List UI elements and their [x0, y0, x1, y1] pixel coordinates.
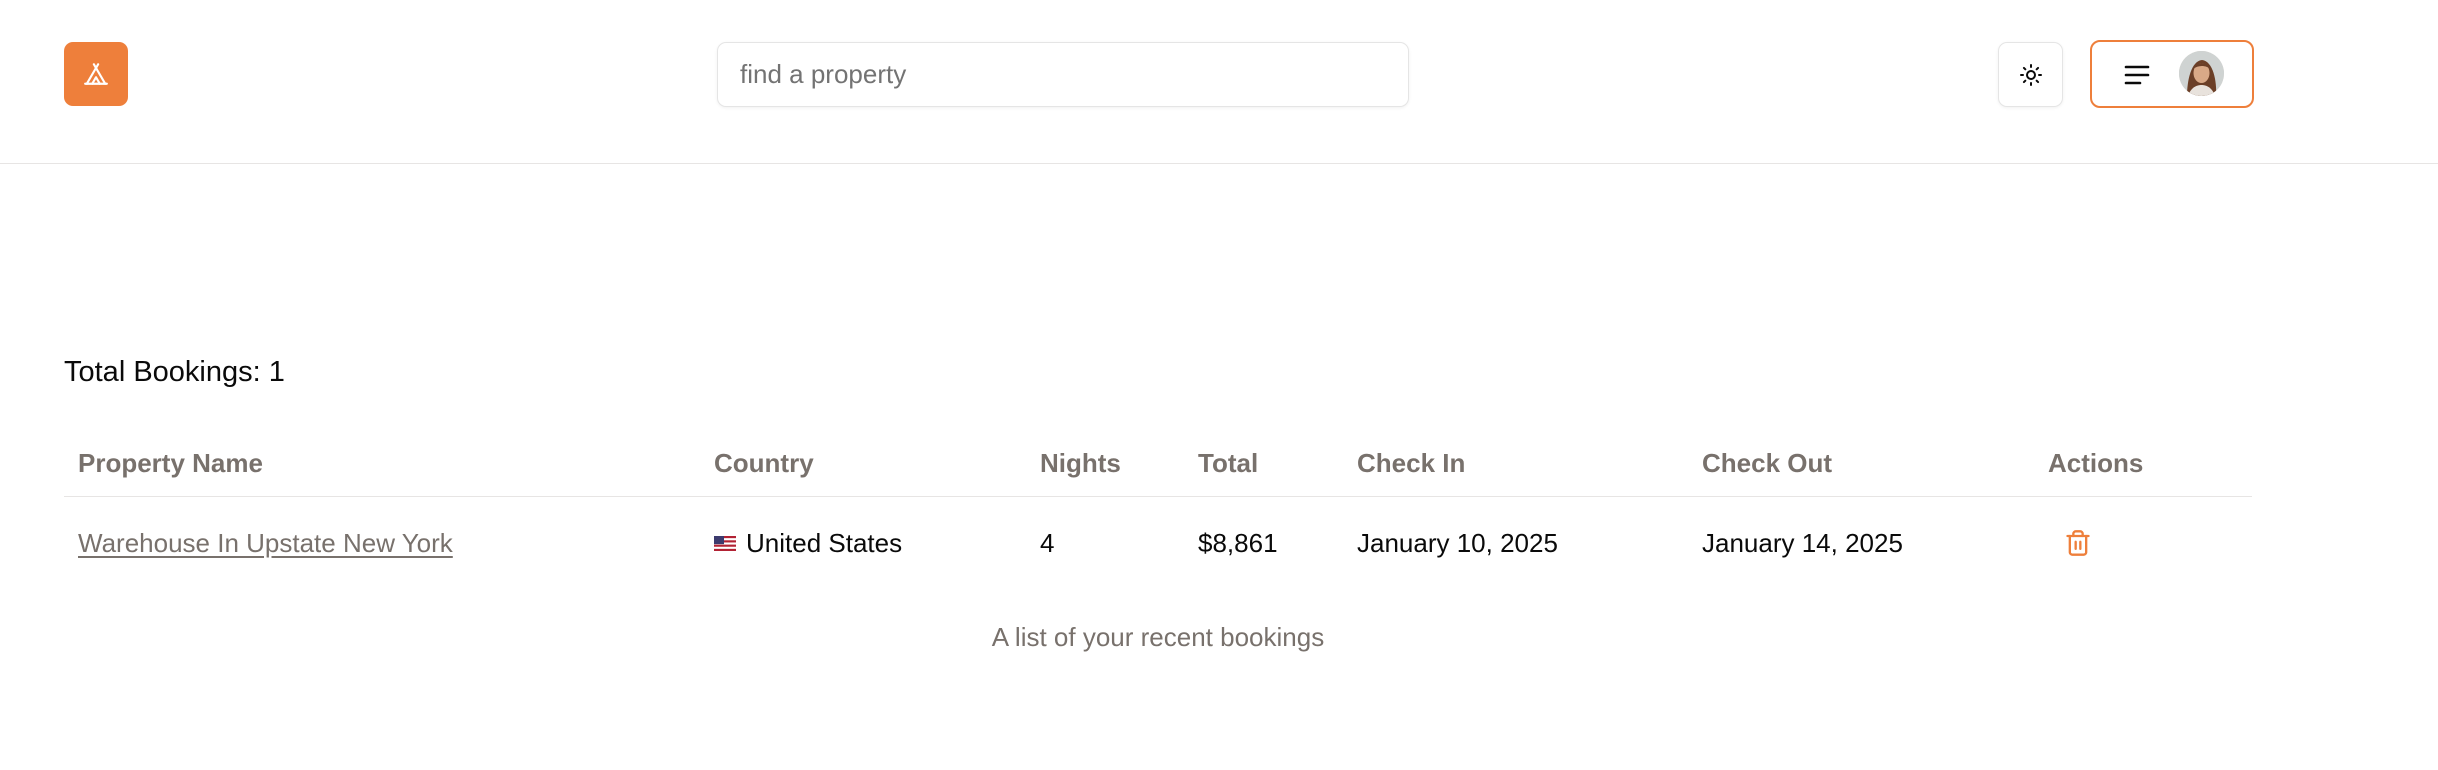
column-header-actions: Actions: [2048, 447, 2144, 478]
menu-icon: [2124, 65, 2150, 85]
home-logo-button[interactable]: [64, 42, 128, 106]
tent-icon: [84, 63, 108, 85]
total-cell: $8,861: [1198, 527, 1278, 558]
column-header-check-in: Check In: [1357, 447, 1466, 478]
column-header-country: Country: [714, 447, 814, 478]
table-caption: A list of your recent bookings: [991, 622, 1325, 652]
sun-icon: [2019, 63, 2042, 86]
country-name: United States: [746, 527, 903, 558]
avatar: [2179, 51, 2224, 96]
property-link[interactable]: Warehouse In Upstate New York: [78, 528, 453, 559]
column-header-nights: Nights: [1040, 447, 1121, 478]
search-input[interactable]: [717, 42, 1409, 107]
trash-icon[interactable]: [2064, 529, 2092, 557]
property-name-cell: Warehouse In Upstate New York: [78, 497, 453, 589]
navbar: [0, 0, 2438, 164]
user-menu-button[interactable]: [2090, 40, 2254, 108]
column-header-property-name: Property Name: [78, 447, 263, 478]
actions-cell: [2048, 497, 2092, 589]
country-cell: United States: [714, 497, 902, 589]
check-in-cell: January 10, 2025: [1357, 527, 1558, 558]
column-header-check-out: Check Out: [1702, 447, 1833, 478]
bookings-table: Property Name Country Nights Total Check…: [64, 430, 2252, 652]
table-header-row: Property Name Country Nights Total Check…: [64, 430, 2252, 497]
total-bookings-label: Total Bookings: 1: [64, 356, 285, 388]
check-out-cell: January 14, 2025: [1702, 527, 1903, 558]
theme-toggle-button[interactable]: [1998, 42, 2063, 107]
column-header-total: Total: [1198, 447, 1259, 478]
us-flag-icon: [714, 535, 736, 551]
nights-cell: 4: [1040, 527, 1055, 558]
table-row: Warehouse In Upstate New York United Sta…: [64, 497, 2252, 589]
